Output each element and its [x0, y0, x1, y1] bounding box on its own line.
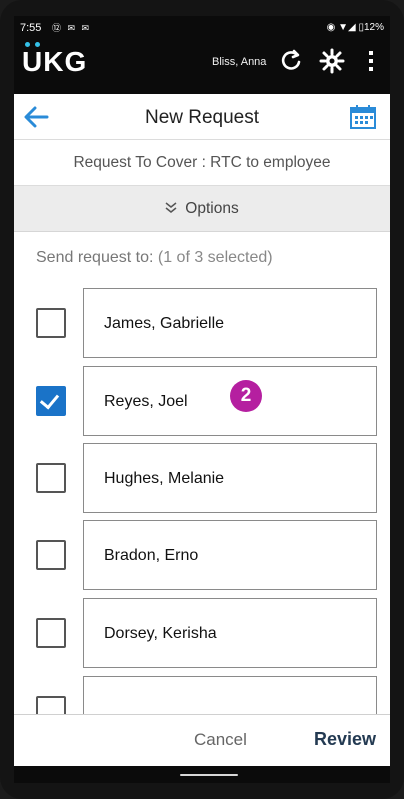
employee-name: Reyes, Joel — [104, 393, 188, 410]
employee-name: James, Gabrielle — [104, 315, 225, 332]
home-indicator[interactable] — [180, 774, 238, 776]
step-badge: 2 — [230, 380, 262, 412]
calendar-icon[interactable] — [348, 103, 378, 131]
list-item: Dorsey, Kerisha — [14, 598, 390, 670]
app-header: UKG Bliss, Anna — [14, 40, 390, 94]
employee-checkbox[interactable] — [36, 463, 66, 493]
cancel-button[interactable]: Cancel — [194, 730, 247, 750]
status-bar: 7:55 ⑫ ✉ ✉ ◉ ▼◢ ▯12% — [14, 16, 390, 40]
list-item: Bradon, Erno — [14, 520, 390, 592]
options-toggle[interactable]: Options — [14, 186, 390, 232]
employee-list[interactable]: James, Gabrielle Reyes, Joel Hughes, Mel… — [14, 288, 390, 714]
system-status-icons: ◉ ▼◢ ▯12% — [326, 22, 384, 33]
list-item — [14, 676, 390, 714]
options-label: Options — [185, 200, 239, 217]
employee-card[interactable]: Bradon, Erno — [83, 520, 377, 590]
employee-checkbox[interactable] — [36, 308, 66, 338]
gear-icon[interactable] — [319, 48, 345, 74]
list-item: James, Gabrielle — [14, 288, 390, 360]
notification-icons: ⑫ ✉ ✉ — [52, 23, 92, 33]
employee-checkbox[interactable] — [36, 386, 66, 416]
status-time: 7:55 — [20, 22, 42, 34]
phone-frame: 7:55 ⑫ ✉ ✉ ◉ ▼◢ ▯12% UKG Bliss, Anna New… — [0, 0, 404, 799]
employee-card[interactable]: James, Gabrielle — [83, 288, 377, 358]
employee-card[interactable] — [83, 676, 377, 714]
employee-card[interactable]: Dorsey, Kerisha — [83, 598, 377, 668]
chevron-double-down-icon — [165, 186, 177, 232]
more-vertical-icon[interactable] — [366, 50, 376, 72]
employee-card[interactable]: Hughes, Melanie — [83, 443, 377, 513]
selection-count: (1 of 3 selected) — [157, 249, 273, 266]
send-request-label: Send request to: (1 of 3 selected) — [36, 249, 273, 267]
system-nav-bar — [14, 766, 390, 783]
checkmark-icon — [39, 389, 60, 410]
employee-name: Hughes, Melanie — [104, 470, 225, 487]
employee-checkbox[interactable] — [36, 618, 66, 648]
employee-name: Dorsey, Kerisha — [104, 625, 217, 642]
phone-screen: 7:55 ⑫ ✉ ✉ ◉ ▼◢ ▯12% UKG Bliss, Anna New… — [14, 16, 390, 783]
employee-checkbox[interactable] — [36, 540, 66, 570]
employee-name: Bradon, Erno — [104, 547, 199, 564]
action-bar: Cancel Review — [14, 714, 390, 766]
list-item: Reyes, Joel — [14, 366, 390, 438]
review-button[interactable]: Review — [314, 729, 376, 750]
list-item: Hughes, Melanie — [14, 443, 390, 515]
request-type-label: Request To Cover : RTC to employee — [14, 140, 390, 186]
title-bar: New Request — [14, 94, 390, 140]
user-name: Bliss, Anna — [212, 56, 267, 68]
employee-checkbox[interactable] — [36, 696, 66, 714]
refresh-icon[interactable] — [278, 48, 304, 74]
send-to-label: Send request to: — [36, 249, 154, 266]
page-title: New Request — [144, 107, 260, 128]
ukg-logo: UKG — [22, 46, 88, 77]
